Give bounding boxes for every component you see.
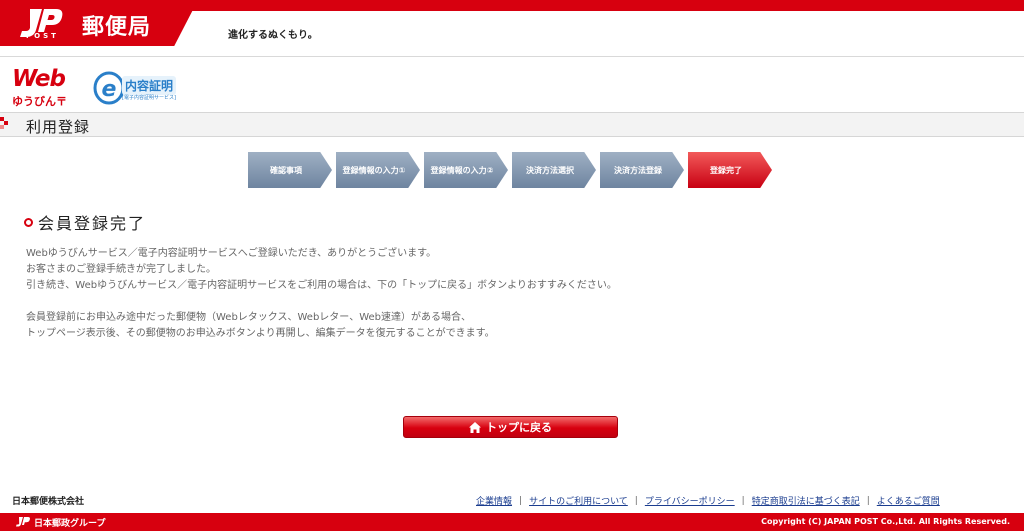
service-logos: Web ゆうびん〒 e 内容証明 [電子内容証明サービス] [0, 58, 1024, 112]
page-title-bar: 利用登録 [0, 112, 1024, 137]
footer-separator: | [634, 495, 638, 506]
group-name-text: 日本郵政グループ [34, 519, 106, 529]
heading-text: 会員登録完了 [38, 214, 147, 233]
step-payment-register: 決済方法登録 [600, 152, 684, 188]
web-yubin-logo[interactable]: Web ゆうびん〒 [12, 66, 84, 110]
message-line: 引き続き、Webゆうびんサービス／電子内容証明サービスをご利用の場合は、下の「ト… [26, 280, 617, 291]
message-line: お客さまのご登録手続きが完了しました。 [26, 264, 216, 275]
message-paragraph-1: Webゆうびんサービス／電子内容証明サービスへご登録いただき、ありがとうございま… [26, 246, 617, 294]
copyright-text: Copyright (C) JAPAN POST Co.,Ltd. All Ri… [761, 517, 1010, 526]
footer-link-company-info[interactable]: 企業情報 [476, 494, 512, 507]
footer-link-faq[interactable]: よくあるご質問 [877, 494, 940, 507]
step-input-2: 登録情報の入力② [424, 152, 508, 188]
message-line: トップページ表示後、その郵便物のお申込みボタンより再開し、編集データを復元するこ… [26, 328, 495, 339]
header-slogan: 進化するぬくもり。 [228, 30, 318, 41]
bullet-icon [24, 217, 33, 227]
title-marker-icon [0, 117, 8, 129]
japan-post-logo[interactable]: POST 郵便局 [0, 0, 198, 46]
web-word: Web [12, 66, 66, 92]
web-sub: ゆうびん〒 [12, 95, 67, 108]
step-confirm: 確認事項 [248, 152, 332, 188]
e-content-text: 内容証明 [122, 76, 177, 95]
footer-link-privacy[interactable]: プライバシーポリシー [645, 494, 735, 507]
footer-separator: | [519, 495, 523, 506]
jp-small-logo-icon [16, 517, 30, 527]
step-payment-select: 決済方法選択 [512, 152, 596, 188]
message-line: Webゆうびんサービス／電子内容証明サービスへご登録いただき、ありがとうございま… [26, 248, 437, 259]
progress-steps: 確認事項 登録情報の入力① 登録情報の入力② 決済方法選択 決済方法登録 登録完… [248, 152, 788, 188]
svg-text:e: e [102, 77, 117, 102]
footer-separator: | [741, 495, 745, 506]
brand-name: 郵便局 [82, 15, 152, 40]
group-name[interactable]: 日本郵政グループ [14, 516, 105, 529]
footer-separator: | [866, 495, 870, 506]
footer-company-name: 日本郵便株式会社 [12, 497, 85, 507]
back-to-top-button[interactable]: トップに戻る [403, 416, 618, 438]
post-text: POST [26, 32, 59, 40]
step-complete: 登録完了 [688, 152, 772, 188]
footer-links: 企業情報 | サイトのご利用について | プライバシーポリシー | 特定商取引法… [476, 494, 940, 508]
site-header: POST 郵便局 進化するぬくもり。 [0, 0, 1024, 57]
step-input-1: 登録情報の入力① [336, 152, 420, 188]
section-heading: 会員登録完了 [24, 210, 146, 234]
message-paragraph-2: 会員登録前にお申込み途中だった郵便物（Webレタックス、Webレター、Web速達… [26, 310, 495, 342]
e-sub-text: [電子内容証明サービス] [122, 95, 176, 101]
e-naiyou-shoumei-logo[interactable]: e 内容証明 [電子内容証明サービス] [92, 66, 192, 108]
home-icon [469, 421, 481, 433]
back-to-top-label: トップに戻る [486, 421, 552, 434]
page-title: 利用登録 [26, 118, 91, 136]
footer-link-site-usage[interactable]: サイトのご利用について [529, 494, 628, 507]
footer-bar: 日本郵政グループ Copyright (C) JAPAN POST Co.,Lt… [0, 513, 1024, 531]
footer-link-commercial-law[interactable]: 特定商取引法に基づく表記 [752, 494, 860, 507]
message-line: 会員登録前にお申込み途中だった郵便物（Webレタックス、Webレター、Web速達… [26, 312, 472, 323]
